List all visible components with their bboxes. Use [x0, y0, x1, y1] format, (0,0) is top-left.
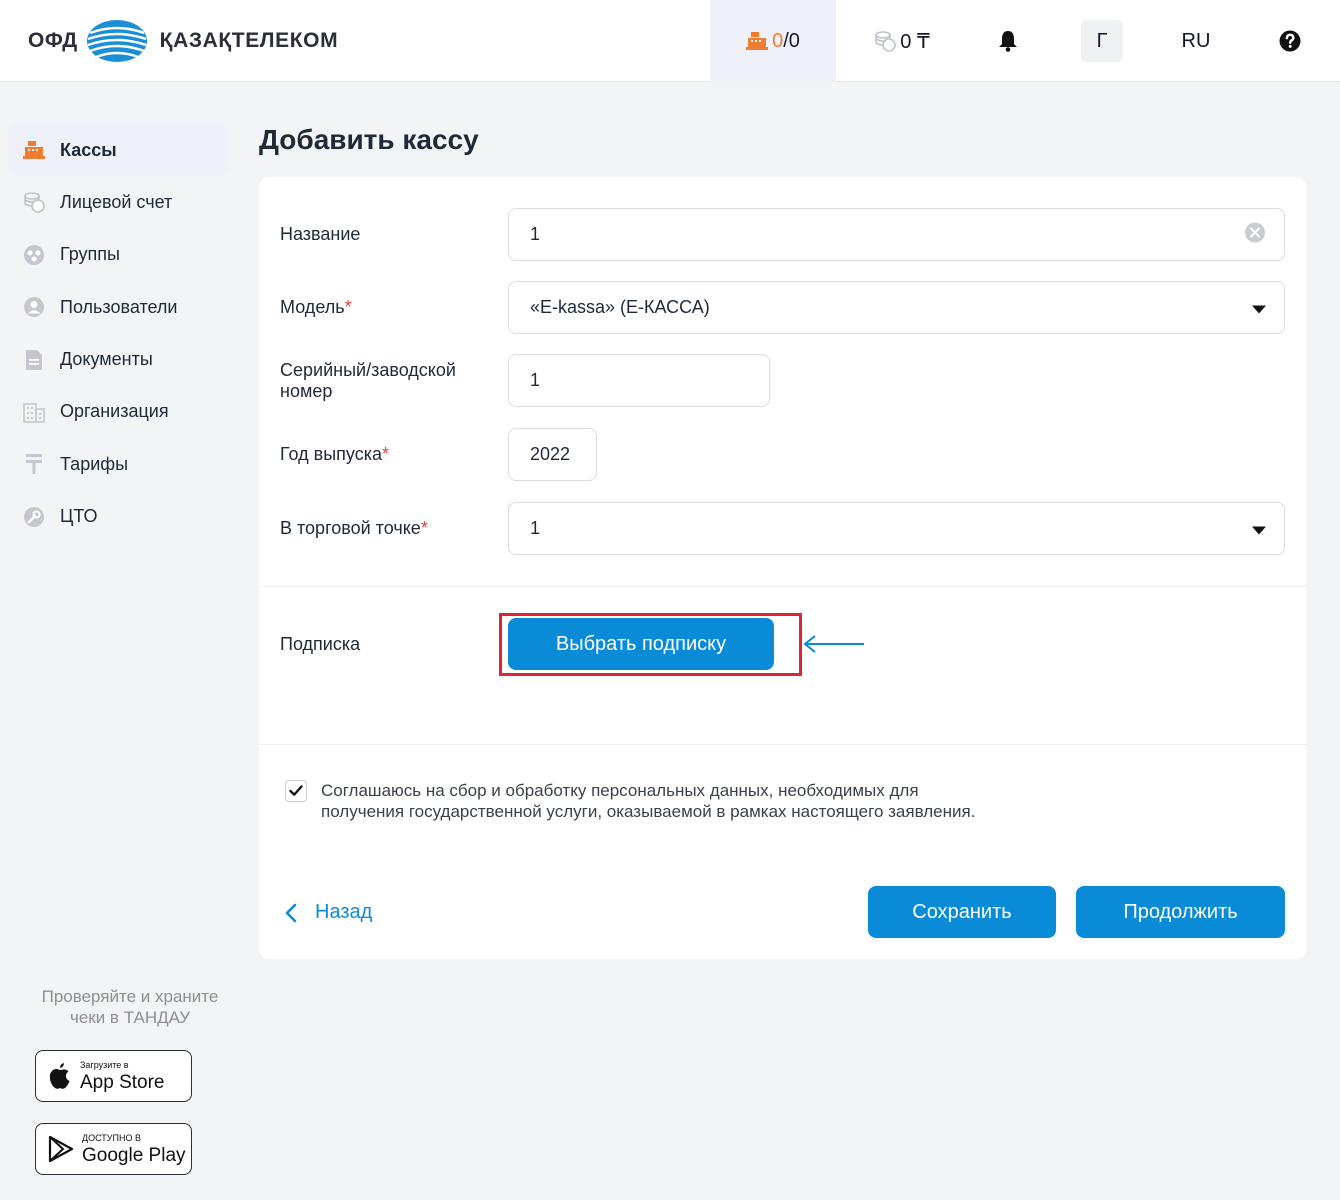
globe-logo-icon — [86, 20, 147, 62]
header-balance[interactable]: 0 ₸ — [862, 0, 942, 82]
sidebar-item-label: Группы — [60, 244, 120, 265]
serial-value: 1 — [530, 370, 541, 390]
clear-icon[interactable] — [1244, 221, 1266, 248]
sidebar-item-organization[interactable]: Организация — [8, 386, 228, 438]
year-value: 2022 — [530, 444, 571, 464]
tenge-icon — [22, 452, 46, 476]
app-store-button[interactable]: Загрузите в App Store — [35, 1050, 192, 1102]
google-play-icon — [48, 1135, 74, 1163]
serial-label: Серийный/заводской номер — [280, 360, 456, 401]
ofd-logo[interactable]: ОФД ҚАЗАҚТЕЛЕКОМ — [28, 18, 338, 64]
header-kassa-counter[interactable]: 0/0 — [710, 0, 836, 82]
name-label: Название — [280, 224, 361, 244]
sidebar-item-label: Лицевой счет — [60, 191, 173, 212]
balance-value: 0 ₸ — [900, 30, 930, 53]
apple-icon — [49, 1063, 70, 1089]
form-divider — [259, 586, 1306, 587]
continue-button[interactable]: Продолжить — [1076, 886, 1285, 938]
top-header: ОФД ҚАЗАҚТЕЛЕКОМ 0/0 0 ₸ Г RU — [0, 0, 1340, 82]
bell-icon — [999, 31, 1017, 52]
choose-subscription-button[interactable]: Выбрать подписку — [508, 618, 774, 670]
sidebar-item-label: Организация — [60, 401, 169, 422]
document-icon — [22, 348, 46, 372]
check-icon — [289, 785, 303, 796]
groups-icon — [22, 243, 46, 267]
notifications-button[interactable] — [990, 0, 1026, 82]
sidebar-item-cto[interactable]: ЦТО — [8, 491, 228, 543]
caret-down-icon — [1252, 297, 1266, 318]
name-value: 1 — [530, 224, 541, 244]
model-label: Модель* — [280, 297, 352, 317]
serial-input[interactable]: 1 — [508, 354, 770, 407]
sidebar-item-documents[interactable]: Документы — [8, 334, 228, 386]
chevron-left-icon — [285, 903, 297, 922]
back-label: Назад — [315, 901, 373, 923]
coins-icon — [22, 190, 46, 214]
sidebar-item-kassy[interactable]: Кассы — [8, 124, 228, 176]
language-switch[interactable]: RU — [1170, 0, 1222, 82]
sidebar-item-groups[interactable]: Группы — [8, 229, 228, 281]
language-label: RU — [1181, 29, 1211, 52]
form-divider — [259, 744, 1306, 745]
model-value: «E-kassa» (Е-КАССА) — [530, 297, 710, 317]
user-icon — [22, 295, 46, 319]
coins-icon — [875, 31, 897, 52]
name-input[interactable]: 1 — [508, 208, 1285, 261]
help-button[interactable] — [1270, 0, 1310, 82]
point-value: 1 — [530, 518, 541, 538]
wrench-icon — [22, 505, 46, 529]
sidebar-item-label: ЦТО — [60, 506, 98, 527]
sidebar-item-users[interactable]: Пользователи — [8, 281, 228, 333]
model-select[interactable]: «E-kassa» (Е-КАССА) — [508, 281, 1285, 334]
point-select[interactable]: 1 — [508, 502, 1285, 555]
google-play-button[interactable]: ДОСТУПНО В Google Play — [35, 1123, 192, 1175]
page-title: Добавить кассу — [259, 124, 479, 155]
building-icon — [22, 400, 46, 424]
sidebar-item-label: Документы — [60, 349, 153, 370]
arrow-left-icon — [803, 635, 864, 653]
user-menu-button[interactable]: Г — [1081, 0, 1123, 82]
logo-kazakhtelecom-text: ҚАЗАҚТЕЛЕКОМ — [159, 29, 339, 52]
logo-ofd-text: ОФД — [28, 29, 78, 52]
sidebar-item-label: Кассы — [60, 139, 117, 160]
sidebar-item-tariffs[interactable]: Тарифы — [8, 438, 228, 490]
sidebar-item-label: Тарифы — [60, 453, 129, 474]
help-icon — [1279, 30, 1301, 52]
consent-checkbox[interactable] — [285, 780, 307, 802]
back-link[interactable]: Назад — [285, 901, 372, 924]
year-label: Год выпуска* — [280, 444, 390, 464]
cash-register-icon — [746, 32, 769, 50]
year-input[interactable]: 2022 — [508, 428, 597, 481]
kassa-total-count: /0 — [783, 29, 800, 52]
caret-down-icon — [1252, 518, 1266, 539]
sidebar-nav: Кассы Лицевой счет Группы Пользователи Д… — [8, 124, 228, 543]
save-button[interactable]: Сохранить — [868, 886, 1056, 938]
sidebar-item-label: Пользователи — [60, 296, 178, 317]
add-kassa-form: Название 1 Модель* «E-kassa» (Е-КАССА) С… — [259, 177, 1306, 959]
subscription-label: Подписка — [280, 634, 361, 654]
tandau-promo-text: Проверяйте и храните чеки в ТАНДАУ — [41, 987, 219, 1027]
sidebar-item-account[interactable]: Лицевой счет — [8, 176, 228, 228]
kassa-active-count: 0 — [772, 29, 784, 52]
point-label: В торговой точке* — [280, 518, 428, 538]
consent-text: Соглашаюсь на сбор и обработку персональ… — [321, 781, 976, 821]
cash-register-icon — [22, 138, 46, 162]
avatar: Г — [1081, 20, 1123, 62]
